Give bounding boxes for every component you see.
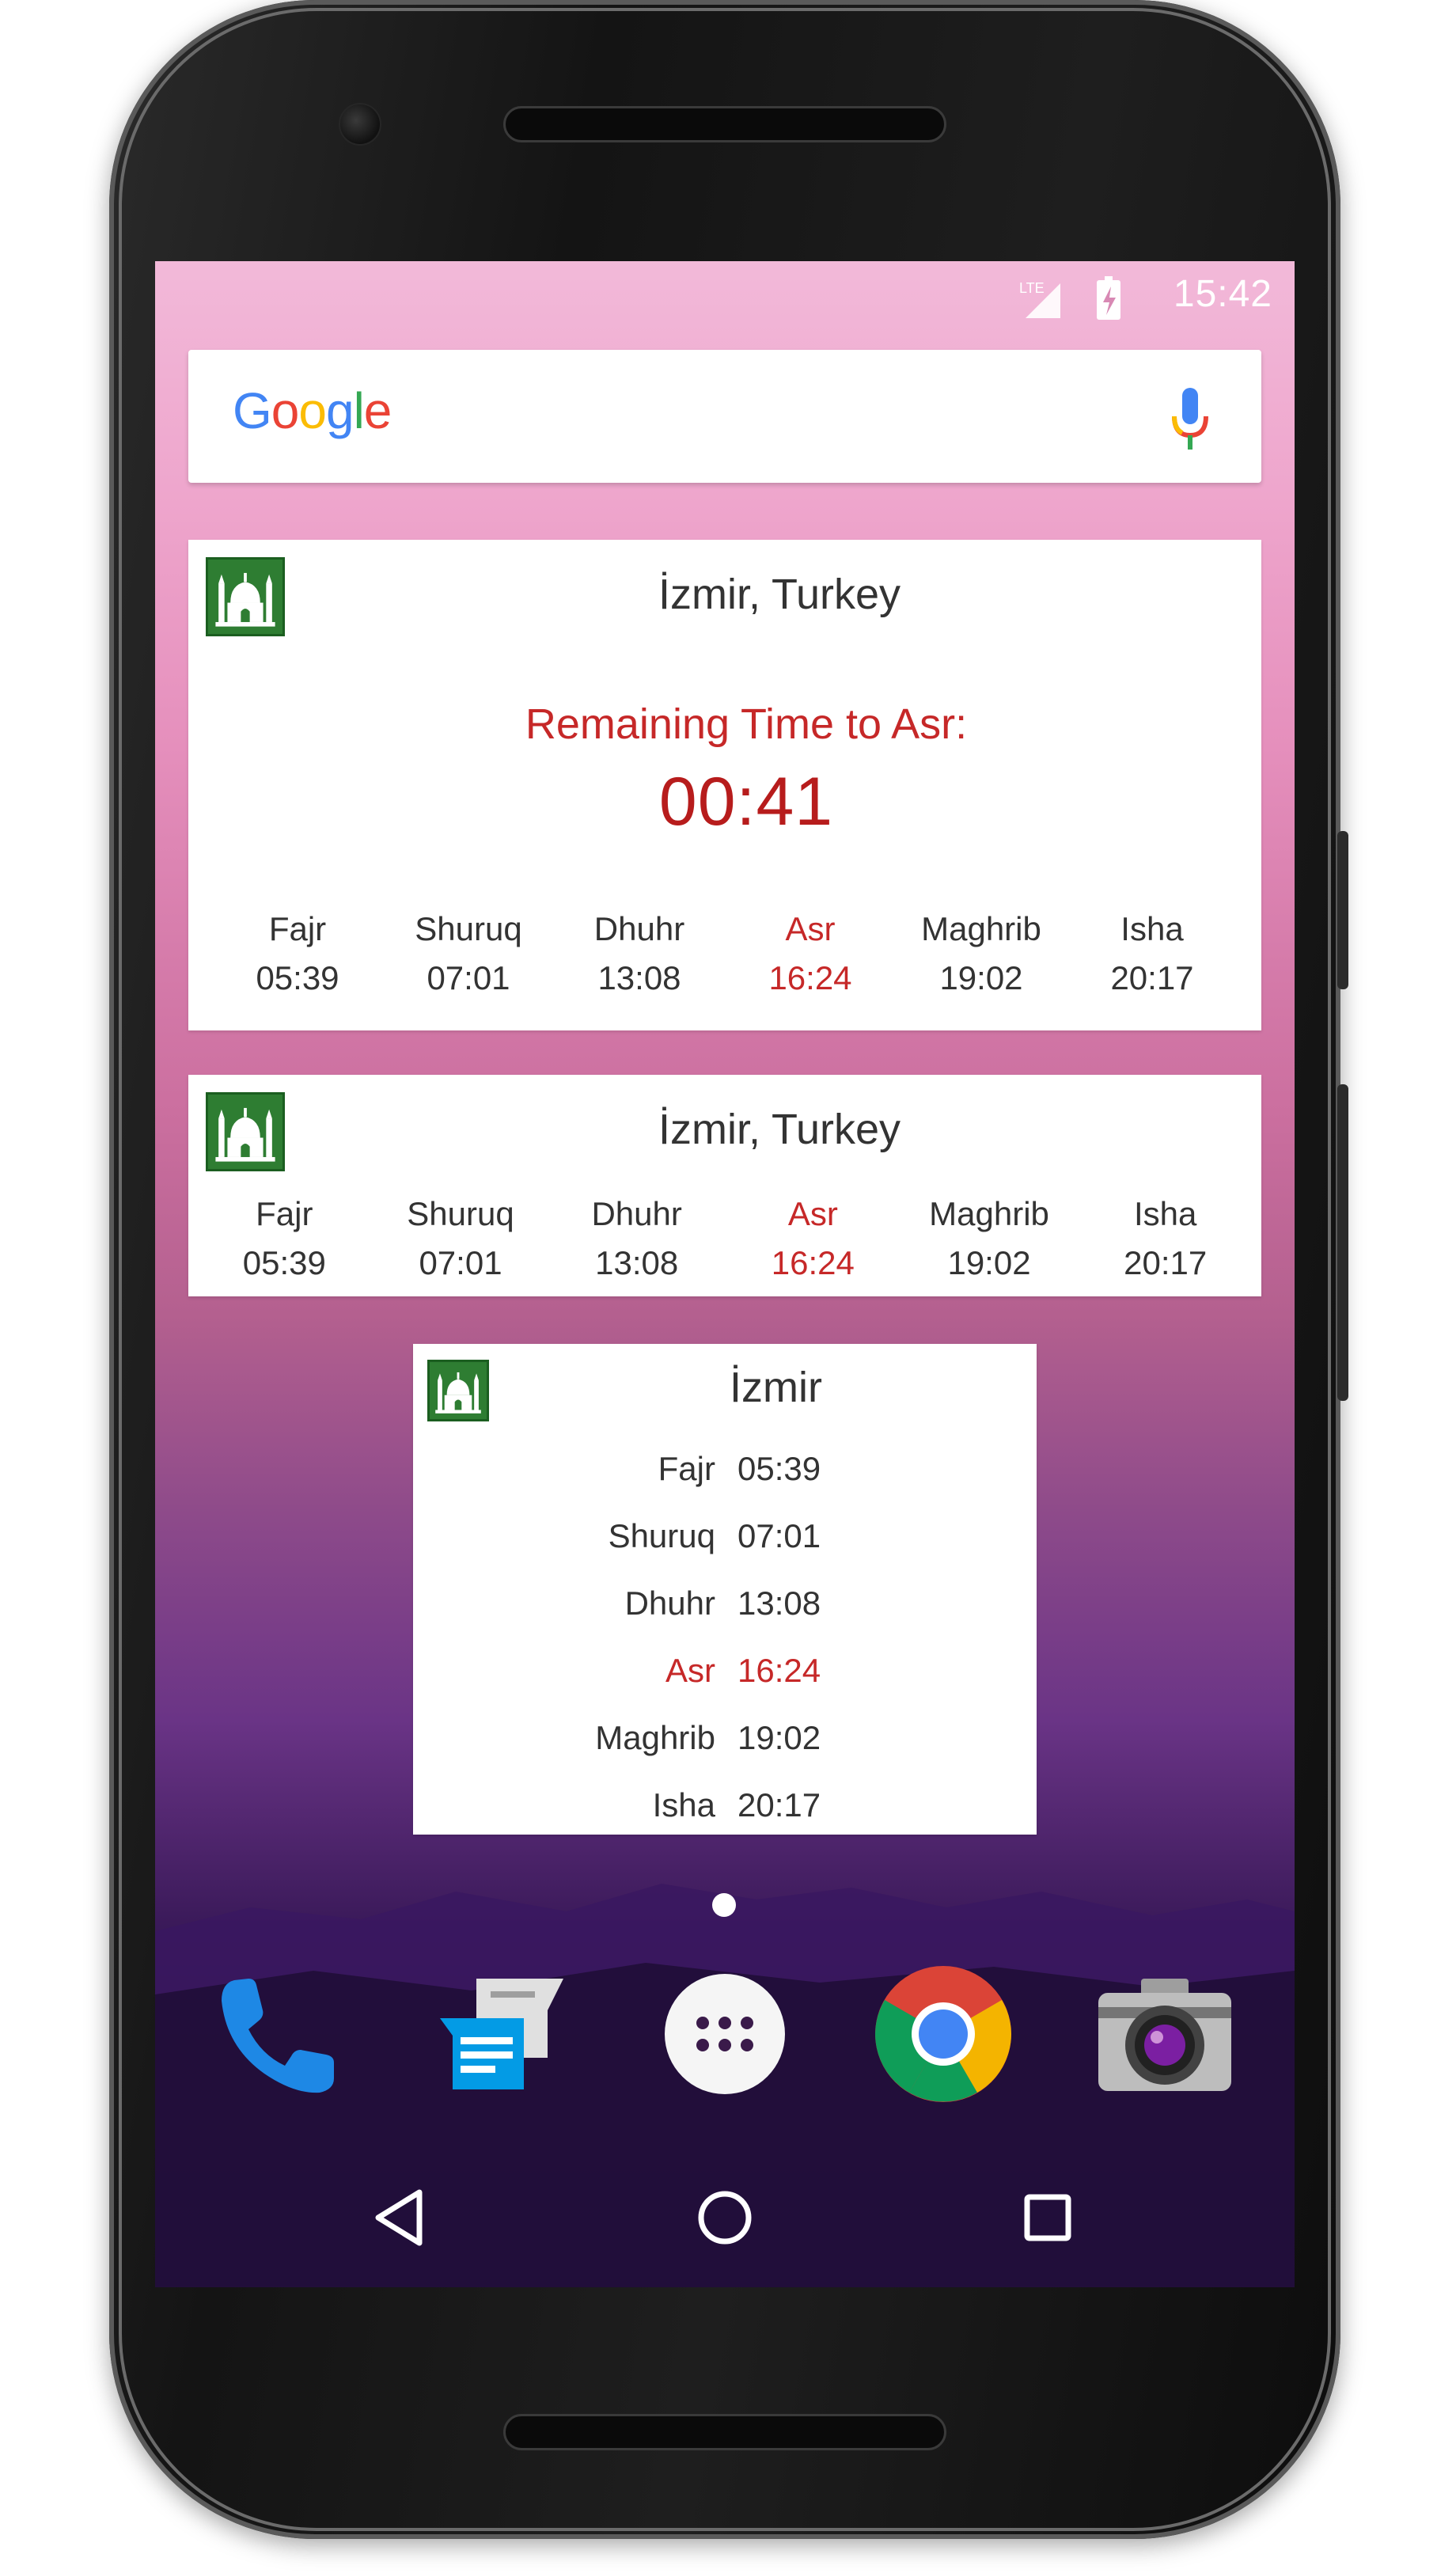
prayer-widget-medium[interactable]: İzmir, Turkey Fajr 05:39 Shuruq 07:01 Dh… [188,1075,1261,1296]
status-time: 15:42 [1173,273,1272,315]
power-button[interactable] [1337,831,1348,989]
dock-phone[interactable] [207,1963,350,2105]
prayer-times-row: Fajr 05:39 Shuruq 07:01 Dhuhr 13:08 Asr … [212,910,1238,997]
prayer-name: Fajr [268,910,327,947]
widget-city: İzmir, Turkey [658,571,901,618]
home-screen: LTE 15:42 Google İzmir, Turkey Remaining… [155,261,1295,2287]
widget-city: İzmir, Turkey [658,1106,901,1153]
prayer-name: Asr [787,1195,838,1232]
prayer-time: 20:17 [1124,1244,1208,1281]
prayer-maghrib: Maghrib 19:02 [896,910,1067,997]
prayer-shuruq: Shuruq 07:01 [413,1506,1037,1573]
prayer-name: Isha [652,1786,715,1823]
prayer-name: Isha [1120,910,1184,947]
messages-icon[interactable] [429,1963,571,2105]
prayer-time: 13:08 [595,1244,679,1281]
prayer-time: 13:08 [597,959,681,996]
chrome-icon[interactable] [872,1963,1014,2105]
prayer-name: Asr [665,1652,715,1689]
remaining-time-label: Remaining Time to Asr: [525,700,968,748]
prayer-time: 20:17 [737,1786,821,1823]
prayer-name: Isha [1134,1195,1197,1232]
prayer-shuruq: Shuruq 07:01 [383,910,554,997]
prayer-times-row: Fajr 05:39 Shuruq 07:01 Dhuhr 13:08 Asr … [196,1195,1253,1282]
app-drawer-icon[interactable] [654,1963,796,2105]
front-camera [339,103,381,146]
widget-city: İzmir [730,1364,822,1411]
prayer-asr: Asr 16:24 [413,1641,1037,1708]
prayer-isha: Isha 20:17 [1067,910,1238,997]
page-indicator-dot [712,1893,736,1917]
prayer-shuruq: Shuruq 07:01 [373,1195,549,1282]
prayer-dhuhr: Dhuhr 13:08 [554,910,725,997]
dock-app-drawer[interactable] [654,1963,796,2105]
prayer-dhuhr: Dhuhr 13:08 [548,1195,725,1282]
remaining-time-value: 00:41 [658,764,834,840]
prayer-dhuhr: Dhuhr 13:08 [413,1573,1037,1641]
back-icon[interactable] [362,2180,438,2256]
prayer-name: Asr [785,910,836,947]
google-search-bar[interactable]: Google [188,350,1261,483]
navigation-bar [155,2148,1295,2287]
prayer-name: Dhuhr [624,1584,715,1622]
dock-chrome[interactable] [872,1963,1014,2105]
prayer-name: Shuruq [407,1195,514,1232]
home-icon[interactable] [687,2180,763,2256]
dock-messages[interactable] [429,1963,571,2105]
prayer-time: 07:01 [427,959,510,996]
prayer-time: 05:39 [737,1450,821,1487]
google-logo: Google [233,382,392,439]
mic-icon[interactable] [1166,385,1214,456]
prayer-name: Shuruq [608,1517,715,1554]
mosque-icon[interactable] [427,1360,489,1421]
lte-label: LTE [1019,280,1045,296]
prayer-time: 05:39 [256,959,339,996]
dock-camera[interactable] [1094,1963,1236,2105]
prayer-isha: Isha 20:17 [1077,1195,1253,1282]
prayer-isha: Isha 20:17 [413,1775,1037,1842]
prayer-widget-large[interactable]: İzmir, Turkey Remaining Time to Asr: 00:… [188,540,1261,1030]
prayer-name: Fajr [256,1195,313,1232]
prayer-time: 13:08 [737,1584,821,1622]
phone-icon[interactable] [207,1963,350,2105]
status-bar: LTE 15:42 [155,261,1295,331]
recents-icon[interactable] [1010,2180,1086,2256]
prayer-time: 07:01 [737,1517,821,1554]
prayer-name: Fajr [658,1450,715,1487]
prayer-time: 20:17 [1110,959,1194,996]
prayer-name: Maghrib [929,1195,1049,1232]
prayer-time: 16:24 [771,1244,855,1281]
prayer-time: 05:39 [242,1244,326,1281]
prayer-time: 19:02 [947,1244,1031,1281]
prayer-asr: Asr 16:24 [725,910,896,997]
camera-icon[interactable] [1094,1963,1236,2105]
prayer-time: 16:24 [737,1652,821,1689]
prayer-fajr: Fajr 05:39 [413,1439,1037,1506]
prayer-times-list: Fajr 05:39 Shuruq 07:01 Dhuhr 13:08 Asr … [413,1439,1037,1842]
prayer-name: Dhuhr [591,1195,682,1232]
mosque-icon[interactable] [206,557,285,636]
prayer-time: 07:01 [419,1244,502,1281]
prayer-maghrib: Maghrib 19:02 [413,1708,1037,1775]
bottom-speaker [503,2414,946,2450]
prayer-time: 19:02 [737,1719,821,1756]
prayer-fajr: Fajr 05:39 [196,1195,373,1282]
prayer-widget-small[interactable]: İzmir Fajr 05:39 Shuruq 07:01 Dhuhr 13:0… [413,1344,1037,1835]
prayer-name: Shuruq [415,910,522,947]
prayer-fajr: Fajr 05:39 [212,910,383,997]
volume-button[interactable] [1337,1084,1348,1401]
prayer-time: 16:24 [768,959,852,996]
prayer-name: Maghrib [595,1719,715,1756]
prayer-maghrib: Maghrib 19:02 [901,1195,1078,1282]
prayer-name: Dhuhr [593,910,685,947]
earpiece-speaker [503,106,946,142]
mosque-icon[interactable] [206,1092,285,1171]
prayer-time: 19:02 [939,959,1023,996]
prayer-asr: Asr 16:24 [725,1195,901,1282]
status-icons: LTE [1019,276,1120,320]
prayer-name: Maghrib [921,910,1041,947]
